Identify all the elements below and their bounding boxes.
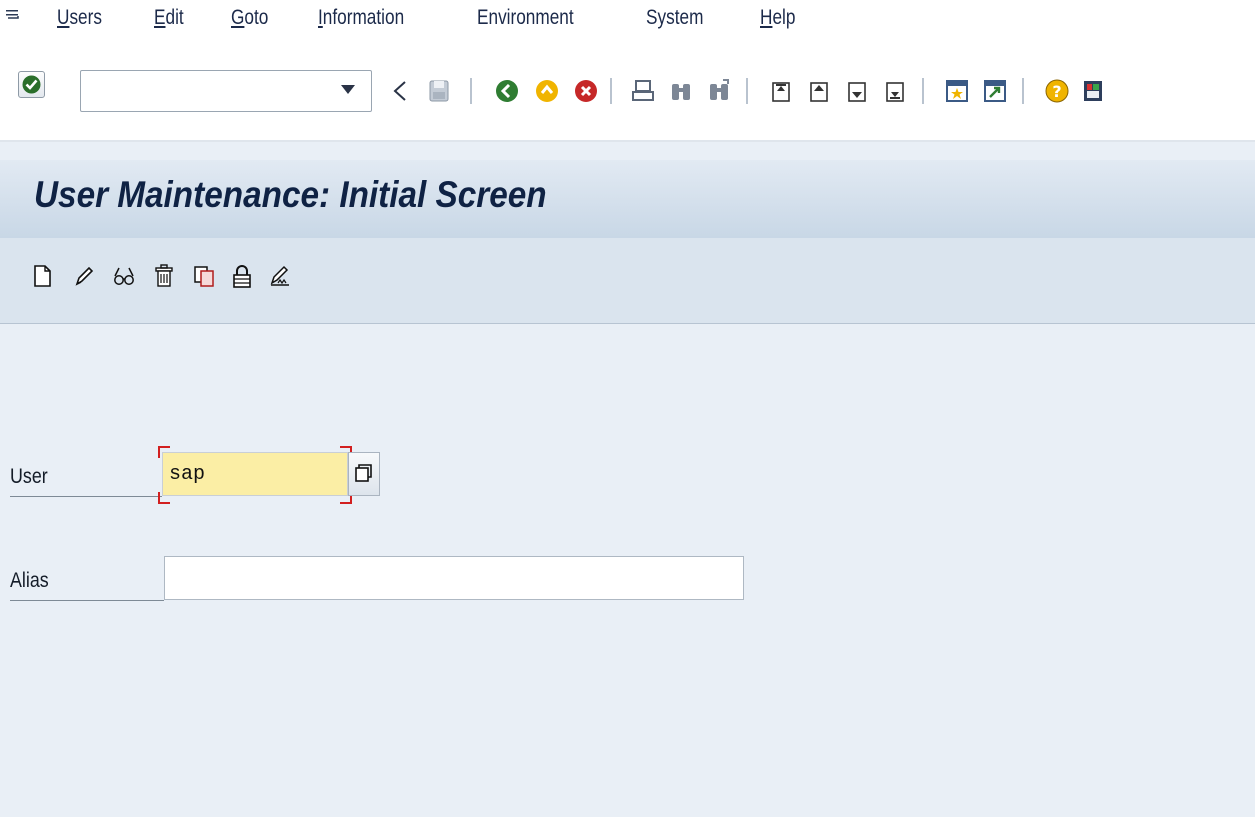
- toolbar-separator: [922, 78, 924, 104]
- page-title: User Maintenance: Initial Screen: [34, 174, 547, 215]
- help-icon[interactable]: ?: [1044, 78, 1070, 104]
- previous-page-icon[interactable]: [806, 78, 832, 104]
- command-field[interactable]: [80, 70, 372, 112]
- customize-layout-icon[interactable]: [1080, 78, 1106, 104]
- delete-icon[interactable]: [152, 263, 176, 289]
- toolbar-separator: [746, 78, 748, 104]
- user-field[interactable]: [162, 452, 348, 496]
- change-icon[interactable]: [72, 263, 96, 289]
- svg-text:?: ?: [1052, 82, 1061, 101]
- shortcut-icon[interactable]: [982, 78, 1008, 104]
- next-page-icon[interactable]: [844, 78, 870, 104]
- exit-icon[interactable]: [534, 78, 560, 104]
- chevron-down-icon[interactable]: [338, 82, 358, 96]
- print-icon[interactable]: [630, 78, 656, 104]
- toolbar-separator: [610, 78, 612, 104]
- cancel-icon[interactable]: [573, 78, 599, 104]
- alias-field[interactable]: [164, 556, 744, 600]
- last-page-icon[interactable]: [882, 78, 908, 104]
- toolbar-divider: [0, 140, 1255, 142]
- save-icon[interactable]: [426, 78, 452, 104]
- change-password-icon[interactable]: [268, 263, 292, 289]
- menu-system[interactable]: System: [646, 6, 703, 30]
- title-bar: User Maintenance: Initial Screen: [0, 160, 1255, 238]
- menu-edit[interactable]: Edit: [154, 6, 184, 30]
- menu-environment[interactable]: Environment: [477, 6, 574, 30]
- enter-button[interactable]: [18, 71, 45, 98]
- back-triangle-icon[interactable]: [388, 78, 414, 104]
- menu-icon[interactable]: [6, 8, 20, 22]
- menu-bar: Users Edit Goto Information Environment …: [0, 0, 1255, 44]
- toolbar-separator: [1022, 78, 1024, 104]
- menu-help[interactable]: Help: [760, 6, 795, 30]
- menu-information[interactable]: Information: [318, 6, 404, 30]
- required-marker: [158, 446, 170, 458]
- value-help-button[interactable]: [348, 452, 380, 496]
- toolbar-separator: [470, 78, 472, 104]
- alias-label-underline: [10, 600, 164, 601]
- standard-toolbar: ?: [0, 44, 1255, 140]
- required-marker: [158, 492, 170, 504]
- value-help-icon: [355, 464, 372, 482]
- copy-icon[interactable]: [192, 263, 216, 289]
- alias-label: Alias: [10, 569, 49, 592]
- create-icon[interactable]: [30, 263, 54, 289]
- application-toolbar: [0, 238, 1255, 324]
- menu-goto[interactable]: Goto: [231, 6, 268, 30]
- first-page-icon[interactable]: [768, 78, 794, 104]
- back-icon[interactable]: [494, 78, 520, 104]
- find-icon[interactable]: [668, 78, 694, 104]
- display-icon[interactable]: [112, 263, 136, 289]
- menu-users[interactable]: Users: [57, 6, 102, 30]
- lock-icon[interactable]: [230, 263, 254, 289]
- find-next-icon[interactable]: [706, 78, 732, 104]
- create-session-icon[interactable]: [944, 78, 970, 104]
- enter-icon: [22, 75, 41, 94]
- user-label: User: [10, 465, 48, 488]
- user-label-underline: [10, 496, 162, 497]
